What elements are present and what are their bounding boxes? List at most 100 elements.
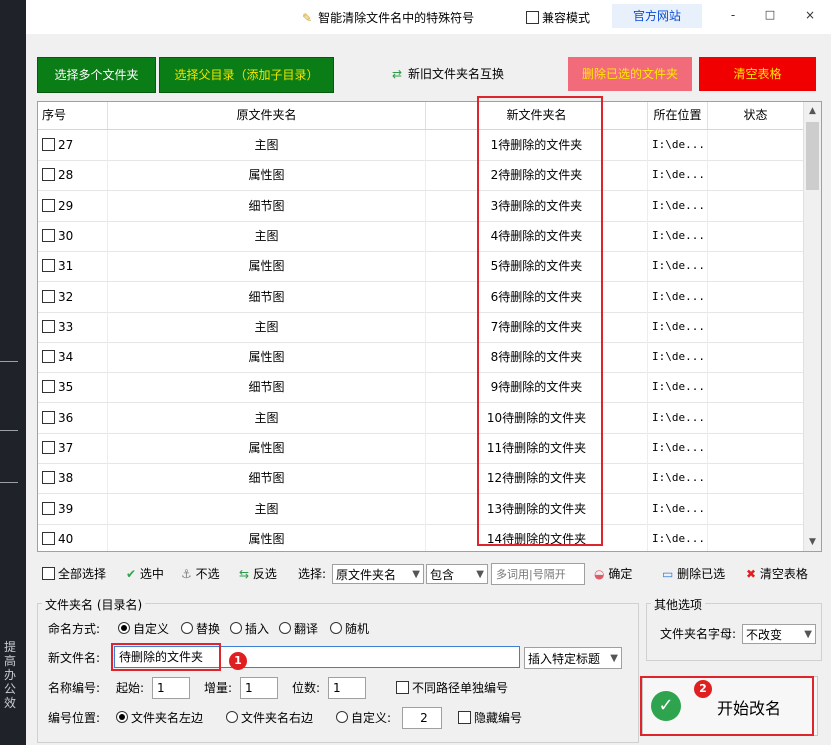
col-header-old-name[interactable]: 原文件夹名 (108, 102, 426, 129)
checkbox-box[interactable] (526, 11, 539, 24)
radio-icon[interactable] (116, 711, 128, 723)
scroll-thumb[interactable] (806, 122, 819, 190)
row-number-cell[interactable]: 36 (38, 402, 108, 433)
row-number-cell[interactable]: 27 (38, 130, 108, 160)
row-checkbox[interactable] (42, 319, 55, 333)
table-row[interactable]: 38 细节图 12待删除的文件夹 I:\de... (38, 463, 804, 495)
row-checkbox[interactable] (42, 350, 55, 364)
checkbox-box[interactable] (458, 711, 471, 724)
clear-table-button[interactable]: 清空表格 (699, 57, 816, 91)
row-checkbox[interactable] (42, 138, 55, 151)
position-custom-radio[interactable]: 自定义: (336, 707, 391, 729)
row-checkbox[interactable] (42, 410, 55, 424)
uncheck-button[interactable]: ⚓ 不选 (181, 561, 220, 587)
check-button[interactable]: ✔ 选中 (126, 561, 164, 587)
official-site-link[interactable]: 官方网站 (612, 4, 702, 28)
position-left-radio[interactable]: 文件夹名左边 (116, 707, 203, 729)
confirm-button[interactable]: ◒ 确定 (594, 561, 632, 587)
radio-icon[interactable] (181, 622, 193, 634)
naming-option-replace[interactable]: 替换 (181, 618, 220, 640)
invert-button[interactable]: ⇆ 反选 (239, 561, 277, 587)
row-number-cell[interactable]: 39 (38, 493, 108, 524)
naming-option-insert[interactable]: 插入 (230, 618, 269, 640)
scroll-down-icon[interactable]: ▼ (804, 537, 821, 547)
table-row[interactable]: 40 属性图 14待删除的文件夹 I:\de... (38, 523, 804, 551)
row-checkbox[interactable] (42, 168, 55, 182)
radio-icon[interactable] (230, 622, 242, 634)
radio-icon[interactable] (226, 711, 238, 723)
maximize-button[interactable]: □ (760, 8, 780, 21)
table-row[interactable]: 39 主图 13待删除的文件夹 I:\de... (38, 493, 804, 525)
row-checkbox[interactable] (42, 471, 55, 485)
table-row[interactable]: 36 主图 10待删除的文件夹 I:\de... (38, 402, 804, 434)
naming-option-random[interactable]: 随机 (330, 618, 369, 640)
table-row[interactable]: 28 属性图 2待删除的文件夹 I:\de... (38, 160, 804, 192)
row-checkbox[interactable] (42, 531, 55, 545)
select-multiple-folders-button[interactable]: 选择多个文件夹 (37, 57, 156, 93)
row-number-cell[interactable]: 37 (38, 433, 108, 463)
insert-title-select[interactable]: 插入特定标题 ▼ (524, 647, 622, 669)
row-number-cell[interactable]: 34 (38, 342, 108, 373)
position-right-radio[interactable]: 文件夹名右边 (226, 707, 313, 729)
row-number-cell[interactable]: 32 (38, 281, 108, 312)
row-number-cell[interactable]: 31 (38, 251, 108, 282)
keyword-input[interactable] (491, 563, 585, 585)
start-input[interactable]: 1 (152, 677, 190, 699)
match-select[interactable]: 包含 ▼ (426, 564, 488, 584)
delete-selected-folders-button[interactable]: 删除已选的文件夹 (568, 57, 692, 91)
delete-selected-button[interactable]: ▭ 删除已选 (662, 561, 725, 587)
radio-icon[interactable] (330, 622, 342, 634)
row-number-cell[interactable]: 29 (38, 190, 108, 221)
hide-number-checkbox[interactable]: 隐藏编号 (458, 707, 522, 729)
table-row[interactable]: 35 细节图 9待删除的文件夹 I:\de... (38, 372, 804, 404)
col-header-status[interactable]: 状态 (708, 102, 804, 129)
table-row[interactable]: 33 主图 7待删除的文件夹 I:\de... (38, 311, 804, 343)
table-row[interactable]: 32 细节图 6待删除的文件夹 I:\de... (38, 281, 804, 313)
row-number-cell[interactable]: 35 (38, 372, 108, 403)
clear-table-small-button[interactable]: ✖ 清空表格 (746, 561, 808, 587)
scroll-up-icon[interactable]: ▲ (804, 106, 821, 116)
table-row[interactable]: 37 属性图 11待删除的文件夹 I:\de... (38, 433, 804, 464)
row-checkbox[interactable] (42, 501, 55, 515)
per-path-checkbox[interactable]: 不同路径单独编号 (396, 677, 508, 699)
table-row[interactable]: 31 属性图 5待删除的文件夹 I:\de... (38, 251, 804, 283)
row-checkbox[interactable] (42, 441, 55, 454)
vertical-scrollbar[interactable]: ▲ ▼ (803, 102, 821, 551)
select-parent-dir-button[interactable]: 选择父目录（添加子目录） (159, 57, 334, 93)
checkbox-box[interactable] (396, 681, 409, 694)
row-checkbox[interactable] (42, 289, 55, 303)
select-all-checkbox[interactable]: 全部选择 (42, 561, 106, 587)
field-select[interactable]: 原文件夹名 ▼ (332, 564, 424, 584)
table-row[interactable]: 34 属性图 8待删除的文件夹 I:\de... (38, 342, 804, 374)
row-number-cell[interactable]: 40 (38, 523, 108, 551)
table-row[interactable]: 30 主图 4待删除的文件夹 I:\de... (38, 220, 804, 252)
col-header-no[interactable]: 序号 (38, 102, 108, 129)
row-number-cell[interactable]: 30 (38, 220, 108, 251)
row-checkbox[interactable] (42, 259, 55, 273)
folder-table[interactable]: 序号 原文件夹名 新文件夹名 所在位置 状态 27 主图 1待删除的文件夹 I:\de… (37, 101, 822, 552)
row-number-cell[interactable]: 38 (38, 463, 108, 494)
row-checkbox[interactable] (42, 228, 55, 242)
table-row[interactable]: 27 主图 1待删除的文件夹 I:\de... (38, 130, 804, 161)
radio-icon[interactable] (279, 622, 291, 634)
invert-label: 反选 (252, 567, 277, 581)
minimize-button[interactable]: - (723, 8, 743, 22)
table-row[interactable]: 29 细节图 3待删除的文件夹 I:\de... (38, 190, 804, 222)
row-number-cell[interactable]: 28 (38, 160, 108, 191)
radio-icon[interactable] (118, 622, 130, 634)
increment-input[interactable]: 1 (240, 677, 278, 699)
close-button[interactable]: × (800, 8, 820, 22)
compat-mode-checkbox[interactable]: 兼容模式 (526, 9, 590, 26)
letter-case-select[interactable]: 不改变 ▼ (742, 624, 816, 644)
row-checkbox[interactable] (42, 380, 55, 394)
checkbox-box[interactable] (42, 567, 55, 580)
digits-input[interactable]: 1 (328, 677, 366, 699)
col-header-location[interactable]: 所在位置 (648, 102, 708, 129)
custom-position-input[interactable]: 2 (402, 707, 442, 729)
naming-option-custom[interactable]: 自定义 (118, 618, 169, 640)
naming-option-translate[interactable]: 翻译 (279, 618, 318, 640)
swap-names-button[interactable]: ⇄ 新旧文件夹名互换 (374, 60, 522, 88)
row-checkbox[interactable] (42, 198, 55, 212)
radio-icon[interactable] (336, 711, 348, 723)
row-number-cell[interactable]: 33 (38, 311, 108, 342)
